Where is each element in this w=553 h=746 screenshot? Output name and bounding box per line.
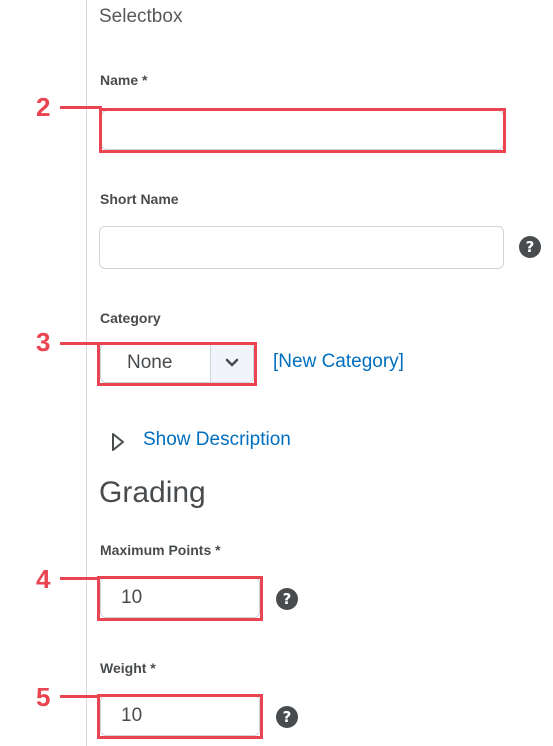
category-label: Category: [100, 310, 161, 326]
category-selected-value: None: [127, 352, 173, 373]
callout-line-5: [60, 695, 100, 698]
callout-number-4: 4: [36, 564, 51, 594]
short-name-help-icon[interactable]: ?: [519, 236, 541, 258]
short-name-label: Short Name: [100, 191, 179, 207]
callout-line-3: [60, 342, 100, 345]
callout-number-2: 2: [36, 92, 51, 122]
callout-number-5: 5: [36, 682, 51, 712]
category-select[interactable]: None: [100, 343, 254, 383]
callout-number-3: 3: [36, 327, 51, 357]
new-category-link[interactable]: [New Category]: [273, 351, 404, 373]
short-name-input[interactable]: [99, 226, 504, 269]
left-divider: [86, 0, 87, 746]
callout-line-2: [60, 106, 102, 109]
max-points-input[interactable]: [100, 577, 260, 618]
show-description-link[interactable]: Show Description: [143, 429, 291, 451]
name-input[interactable]: [101, 110, 504, 150]
grading-heading: Grading: [99, 476, 206, 509]
triangle-right-icon[interactable]: [111, 432, 125, 457]
section-title: Selectbox: [99, 6, 183, 27]
max-points-help-icon[interactable]: ?: [276, 588, 298, 610]
weight-label: Weight *: [100, 660, 156, 676]
weight-help-icon[interactable]: ?: [276, 706, 298, 728]
callout-line-4: [60, 577, 100, 580]
weight-input[interactable]: [100, 695, 260, 736]
max-points-label: Maximum Points *: [100, 542, 221, 558]
chevron-down-icon: [210, 344, 253, 382]
name-label: Name *: [100, 72, 148, 88]
